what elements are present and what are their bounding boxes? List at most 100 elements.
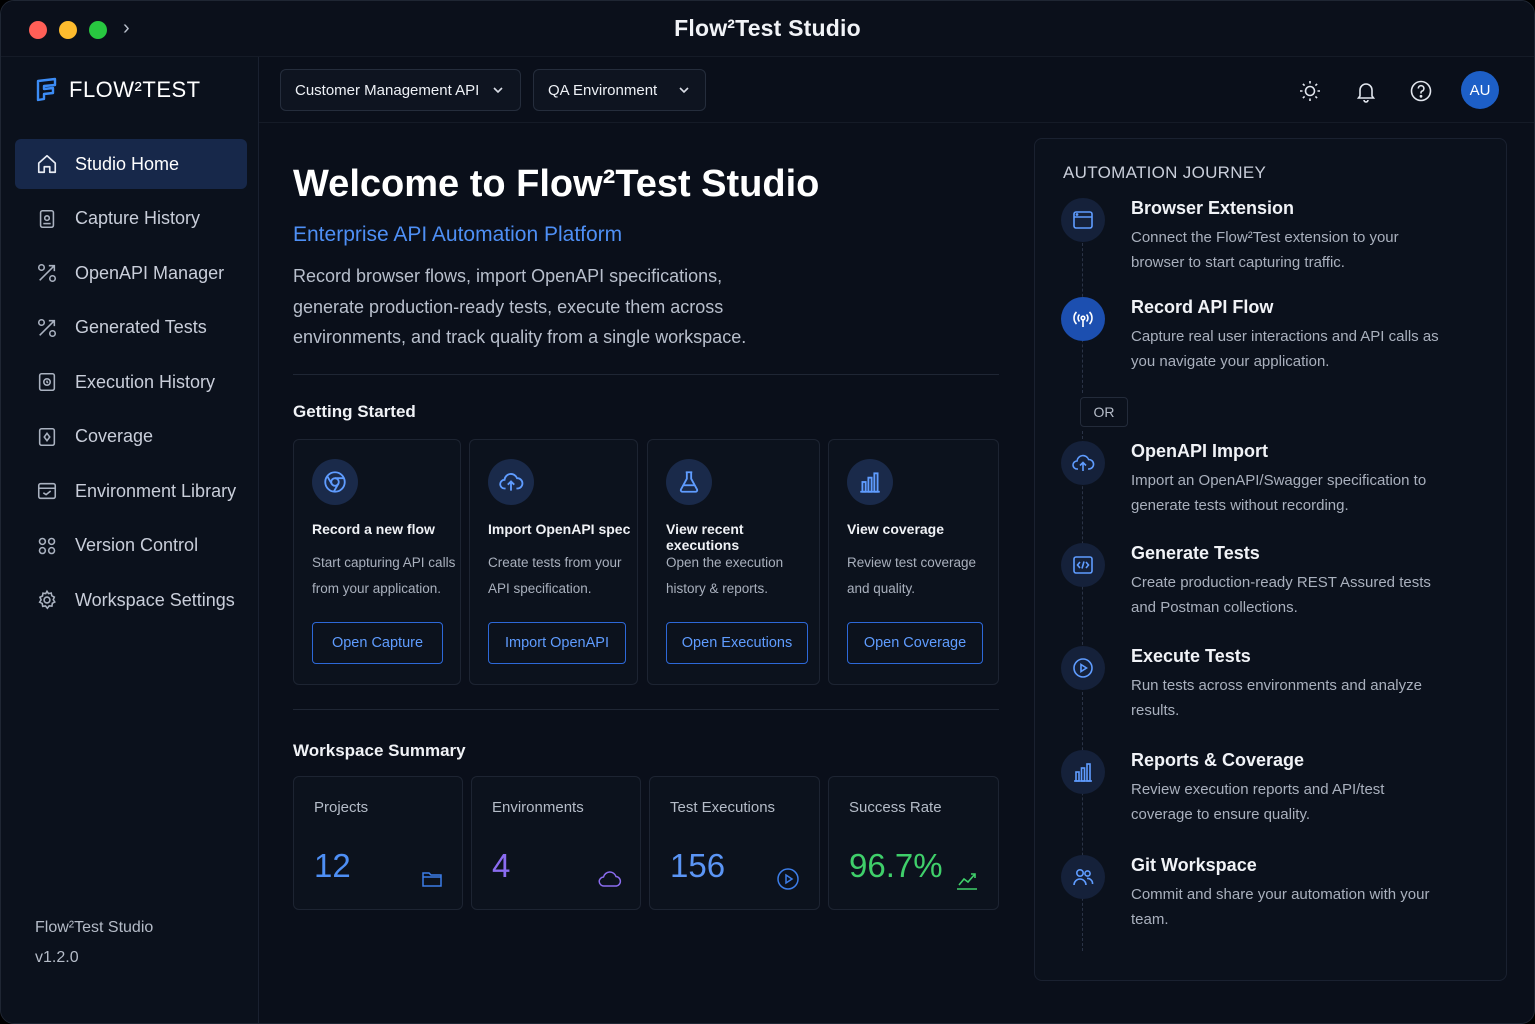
step-title: Browser Extension [1131,198,1295,218]
card-title: Record a new flow [312,521,435,537]
bell-icon[interactable] [1354,79,1378,103]
import-openapi-button[interactable]: Import OpenAPI [488,622,626,664]
sidebar-item-label: Workspace Settings [75,589,235,610]
cloud-upload-icon [488,459,534,505]
app-name: Flow²Test Studio [35,919,154,936]
sidebar-item-label: Coverage [75,426,154,446]
sidebar-footer: Flow²Test Studio v1.2.0 [35,913,153,973]
help-icon[interactable] [1409,79,1433,103]
stat-value: 96.7% [849,847,943,884]
page-title: Welcome to Flow²Test Studio [293,163,820,205]
sidebar-item-label: Generated Tests [75,317,207,337]
users-icon [1061,855,1105,899]
capture-icon [35,207,59,231]
open-capture-button[interactable]: Open Capture [312,622,443,664]
sidebar-item-workspace-settings[interactable]: Workspace Settings [15,575,247,625]
sidebar-item-openapi-manager[interactable]: OpenAPI Manager [15,248,247,298]
environment-select[interactable]: QA Environment [533,69,706,111]
page-description: Record browser flows, import OpenAPI spe… [293,266,747,347]
step-description: Import an OpenAPI/Swagger specification … [1131,472,1427,514]
card-description: Open the execution history & reports. [666,555,784,596]
sidebar-item-label: Studio Home [75,153,180,174]
step-description: Commit and share your automation with yo… [1131,886,1430,928]
cloud-icon [597,867,622,891]
card-import-openapi: Import OpenAPI spec Create tests from yo… [469,439,638,685]
stat-value: 156 [670,847,726,884]
top-bar: Customer Management API QA Environment A… [259,57,1534,123]
step-description: Run tests across environments and analyz… [1131,677,1422,719]
sidebar-item-label: OpenAPI Manager [75,262,225,283]
card-description: Review test coverage and quality. [847,555,977,596]
card-description: Start capturing API calls from your appl… [312,555,456,596]
logo-text: FLOW²TEST [69,77,201,102]
step-title: Record API Flow [1131,297,1274,317]
api-icon [35,261,59,285]
open-executions-button[interactable]: Open Executions [666,622,808,664]
sidebar-item-label: Execution History [75,371,216,392]
trend-up-icon [955,867,979,891]
stat-projects: Projects 12 [293,776,463,910]
gear-icon [35,588,59,612]
flask-icon [666,459,712,505]
title-bar: › Flow²Test Studio [1,1,1534,57]
step-title: Git Workspace [1131,855,1257,875]
stat-success-rate: Success Rate 96.7% [828,776,999,910]
step-description: Create production-ready REST Assured tes… [1131,574,1431,616]
tests-icon [35,316,59,340]
project-select-value: Customer Management API [295,81,480,99]
browser-icon [1061,198,1105,242]
version-icon [35,534,59,558]
project-select[interactable]: Customer Management API [280,69,521,111]
sidebar-item-capture-history[interactable]: Capture History [15,194,247,244]
step-title: Execute Tests [1131,646,1251,666]
logo-icon [35,77,59,103]
sidebar-item-coverage[interactable]: Coverage [15,412,247,462]
step-description: Connect the Flow²Test extension to your … [1131,229,1399,271]
main-content: Welcome to Flow²Test Studio Enterprise A… [259,123,1033,1023]
home-icon [35,152,59,176]
sidebar-item-generated-tests[interactable]: Generated Tests [15,303,247,353]
code-icon [1061,543,1105,587]
step-title: Generate Tests [1131,543,1260,563]
sidebar-item-label: Capture History [75,208,201,228]
chevron-down-icon [491,83,505,97]
cloud-upload-icon [1061,441,1105,485]
stat-value: 12 [314,847,351,884]
sidebar-item-environment-library[interactable]: Environment Library [15,466,247,516]
card-title: View coverage [847,521,945,537]
page-subtitle: Enterprise API Automation Platform [293,223,623,246]
getting-started-title: Getting Started [293,402,416,421]
panel-title: AUTOMATION JOURNEY [1063,163,1267,182]
play-circle-icon [1061,646,1105,690]
card-view-executions: View recent executions Open the executio… [647,439,820,685]
open-coverage-button[interactable]: Open Coverage [847,622,983,664]
sidebar-item-execution-history[interactable]: Execution History [15,357,247,407]
chevron-down-icon [677,83,691,97]
sidebar-item-label: Version Control [75,535,199,555]
history-icon [35,370,59,394]
card-title: View recent executions [666,521,744,553]
sidebar-item-label: Environment Library [75,480,237,501]
stat-label: Projects [314,799,369,816]
sidebar-item-version-control[interactable]: Version Control [15,521,247,571]
coverage-icon [35,425,59,449]
step-title: Reports & Coverage [1131,750,1305,770]
card-description: Create tests from your API specification… [488,555,622,596]
divider [293,709,999,710]
window-title: Flow²Test Studio [674,15,861,41]
app-logo[interactable]: FLOW²TEST [35,77,201,103]
environment-icon [35,479,59,503]
card-view-coverage: View coverage Review test coverage and q… [828,439,999,685]
divider [293,374,999,375]
play-circle-icon [776,867,800,891]
sidebar-item-studio-home[interactable]: Studio Home [15,139,247,189]
stat-label: Success Rate [849,799,942,816]
environment-select-value: QA Environment [548,81,658,99]
sidebar: FLOW²TEST Studio Home Capture History Op… [1,57,259,1023]
theme-toggle-icon[interactable] [1298,79,1322,103]
step-title: OpenAPI Import [1131,441,1269,461]
avatar[interactable]: AU [1461,71,1499,109]
stat-value: 4 [492,847,511,884]
or-divider: OR [1080,397,1128,427]
folder-icon [420,867,444,891]
